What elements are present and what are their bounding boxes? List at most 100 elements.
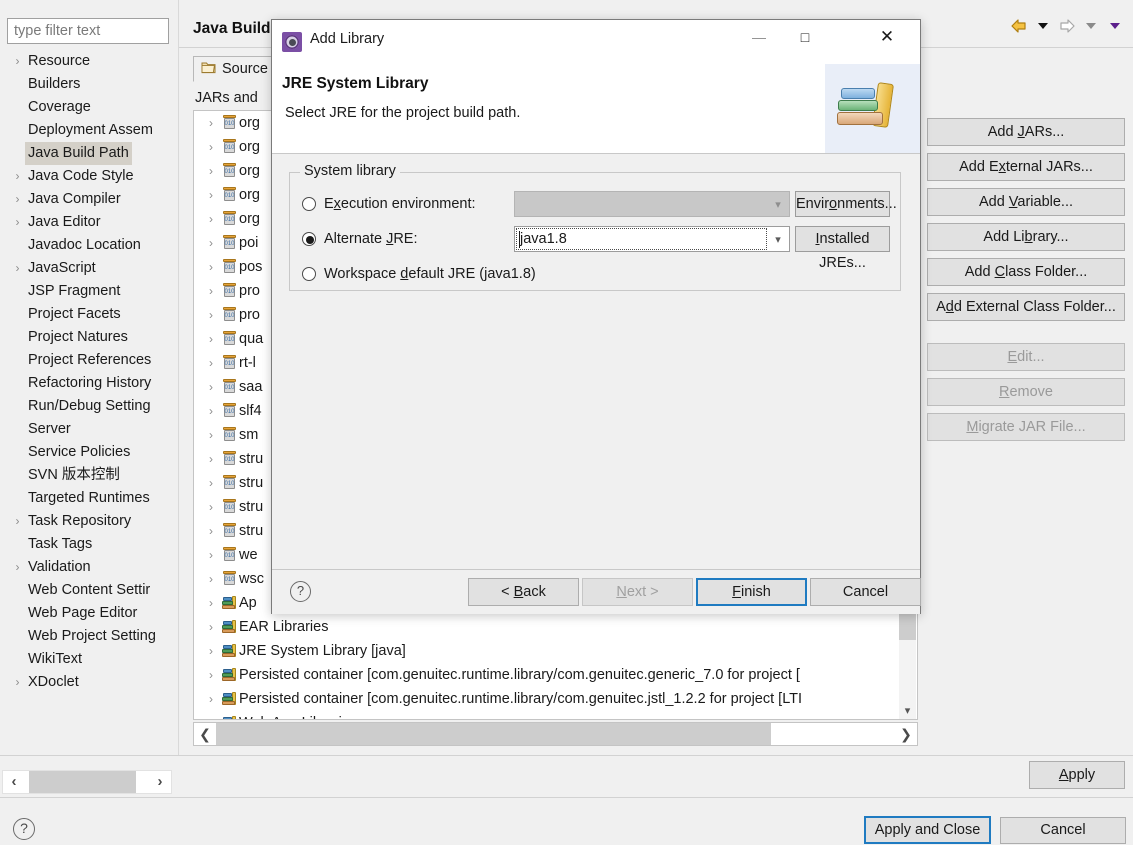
sidebar-item-svn[interactable]: ›SVN 版本控制 (0, 464, 178, 487)
chevron-right-icon[interactable]: › (203, 399, 219, 423)
scroll-track[interactable] (216, 723, 895, 745)
chevron-right-icon[interactable]: › (10, 165, 25, 188)
sidebar-horizontal-scrollbar[interactable]: ‹ › (2, 770, 172, 794)
chevron-right-icon[interactable]: › (203, 183, 219, 207)
sidebar-item-java-editor[interactable]: › Java Editor (0, 211, 178, 234)
chevron-right-icon[interactable]: › (203, 519, 219, 543)
build-path-entry-row[interactable]: › JRE System Library [java] (194, 639, 884, 663)
chevron-right-icon[interactable]: › (203, 111, 219, 135)
sidebar-item-builders[interactable]: ›Builders (0, 73, 178, 96)
chevron-right-icon[interactable]: › (203, 255, 219, 279)
add-variable-button[interactable]: Add Variable... (927, 188, 1125, 216)
scroll-right-icon[interactable]: ❯ (895, 723, 917, 745)
sidebar-item-refactoring-history[interactable]: ›Refactoring History (0, 372, 178, 395)
chevron-right-icon[interactable]: › (10, 510, 25, 533)
sidebar-item-javadoc-location[interactable]: ›Javadoc Location (0, 234, 178, 257)
sidebar-item-project-facets[interactable]: ›Project Facets (0, 303, 178, 326)
chevron-right-icon[interactable]: › (203, 303, 219, 327)
add-jars-button[interactable]: Add JARs... (927, 118, 1125, 146)
radio-alternate-jre[interactable]: Alternate JRE: (302, 226, 418, 252)
back-button[interactable]: < Back (468, 578, 579, 606)
scroll-left-icon[interactable]: ❮ (194, 723, 216, 745)
apply-and-close-button[interactable]: Apply and Close (864, 816, 991, 844)
tab-source[interactable]: Source (193, 56, 278, 82)
chevron-right-icon[interactable]: › (203, 351, 219, 375)
chevron-right-icon[interactable]: › (203, 615, 219, 639)
chevron-right-icon[interactable]: › (203, 495, 219, 519)
execution-environment-combo[interactable]: ▾ (514, 191, 790, 217)
preferences-tree[interactable]: ›Resource›Builders›Coverage›Deployment A… (0, 50, 178, 768)
sidebar-item-targeted-runtimes[interactable]: ›Targeted Runtimes (0, 487, 178, 510)
add-class-folder-button[interactable]: Add Class Folder... (927, 258, 1125, 286)
cancel-button[interactable]: Cancel (1000, 817, 1126, 844)
chevron-right-icon[interactable]: › (203, 327, 219, 351)
sidebar-item-service-policies[interactable]: ›Service Policies (0, 441, 178, 464)
forward-history-caret-icon[interactable] (1086, 23, 1096, 29)
sidebar-item-jsp-fragment[interactable]: ›JSP Fragment (0, 280, 178, 303)
radio-indicator[interactable] (302, 232, 316, 246)
installed-jres-button[interactable]: Installed JREs... (795, 226, 890, 271)
help-icon[interactable]: ? (13, 818, 35, 840)
sidebar-item-task-repository[interactable]: › Task Repository (0, 510, 178, 533)
scroll-track[interactable] (25, 771, 149, 793)
chevron-right-icon[interactable]: › (203, 687, 219, 711)
chevron-right-icon[interactable]: › (203, 135, 219, 159)
build-path-entry-row[interactable]: › Web App Libraries (194, 711, 884, 719)
chevron-right-icon[interactable]: › (10, 211, 25, 234)
sidebar-item-javascript[interactable]: › JavaScript (0, 257, 178, 280)
radio-indicator[interactable] (302, 197, 316, 211)
scroll-thumb[interactable] (29, 771, 136, 793)
add-library-button[interactable]: Add Library... (927, 223, 1125, 251)
scroll-thumb[interactable] (216, 723, 771, 745)
chevron-right-icon[interactable]: › (203, 543, 219, 567)
chevron-right-icon[interactable]: › (203, 207, 219, 231)
environments-button[interactable]: Environments... (795, 191, 897, 217)
scroll-right-icon[interactable]: › (149, 771, 171, 793)
sidebar-item-coverage[interactable]: ›Coverage (0, 96, 178, 119)
apply-button[interactable]: Apply (1029, 761, 1125, 789)
add-external-class-folder-button[interactable]: Add External Class Folder... (927, 293, 1125, 321)
chevron-right-icon[interactable]: › (203, 711, 219, 719)
sidebar-item-web-page-editor[interactable]: ›Web Page Editor (0, 602, 178, 625)
add-external-jars-button[interactable]: Add External JARs... (927, 153, 1125, 181)
sidebar-item-wikitext[interactable]: ›WikiText (0, 648, 178, 671)
chevron-right-icon[interactable]: › (203, 375, 219, 399)
scroll-left-icon[interactable]: ‹ (3, 771, 25, 793)
build-path-entry-row[interactable]: › Persisted container [com.genuitec.runti… (194, 663, 884, 687)
sidebar-item-server[interactable]: ›Server (0, 418, 178, 441)
alternate-jre-combo[interactable]: java1.8 ▾ (514, 226, 790, 252)
chevron-right-icon[interactable]: › (203, 663, 219, 687)
chevron-right-icon[interactable]: › (203, 231, 219, 255)
help-icon[interactable]: ? (290, 581, 311, 602)
radio-workspace-default-jre[interactable]: Workspace default JRE (java1.8) (302, 261, 536, 287)
chevron-right-icon[interactable]: › (203, 639, 219, 663)
sidebar-item-web-content-settir[interactable]: ›Web Content Settir (0, 579, 178, 602)
forward-arrow-icon[interactable] (1057, 17, 1077, 35)
chevron-down-icon[interactable]: ▾ (767, 198, 789, 211)
chevron-right-icon[interactable]: › (203, 159, 219, 183)
finish-button[interactable]: Finish (696, 578, 807, 606)
sidebar-item-project-natures[interactable]: ›Project Natures (0, 326, 178, 349)
radio-indicator[interactable] (302, 267, 316, 281)
chevron-right-icon[interactable]: › (203, 447, 219, 471)
chevron-down-icon[interactable]: ▾ (767, 233, 789, 246)
sidebar-item-validation[interactable]: › Validation (0, 556, 178, 579)
chevron-right-icon[interactable]: › (10, 188, 25, 211)
sidebar-item-task-tags[interactable]: ›Task Tags (0, 533, 178, 556)
sidebar-item-java-compiler[interactable]: › Java Compiler (0, 188, 178, 211)
close-icon[interactable]: ✕ (864, 20, 910, 54)
chevron-right-icon[interactable]: › (203, 279, 219, 303)
chevron-right-icon[interactable]: › (203, 423, 219, 447)
chevron-right-icon[interactable]: › (203, 567, 219, 591)
sidebar-item-web-project-setting[interactable]: ›Web Project Setting (0, 625, 178, 648)
scroll-down-icon[interactable]: ▾ (899, 703, 916, 719)
build-path-entry-row[interactable]: › EAR Libraries (194, 615, 884, 639)
sidebar-item-run-debug-setting[interactable]: ›Run/Debug Setting (0, 395, 178, 418)
build-path-entry-row[interactable]: › Persisted container [com.genuitec.runti… (194, 687, 884, 711)
sidebar-item-java-build-path[interactable]: ›Java Build Path (0, 142, 178, 165)
chevron-right-icon[interactable]: › (203, 471, 219, 495)
filter-input[interactable] (7, 18, 169, 44)
sidebar-item-deployment-assem[interactable]: ›Deployment Assem (0, 119, 178, 142)
chevron-right-icon[interactable]: › (10, 257, 25, 280)
dialog-cancel-button[interactable]: Cancel (810, 578, 921, 606)
